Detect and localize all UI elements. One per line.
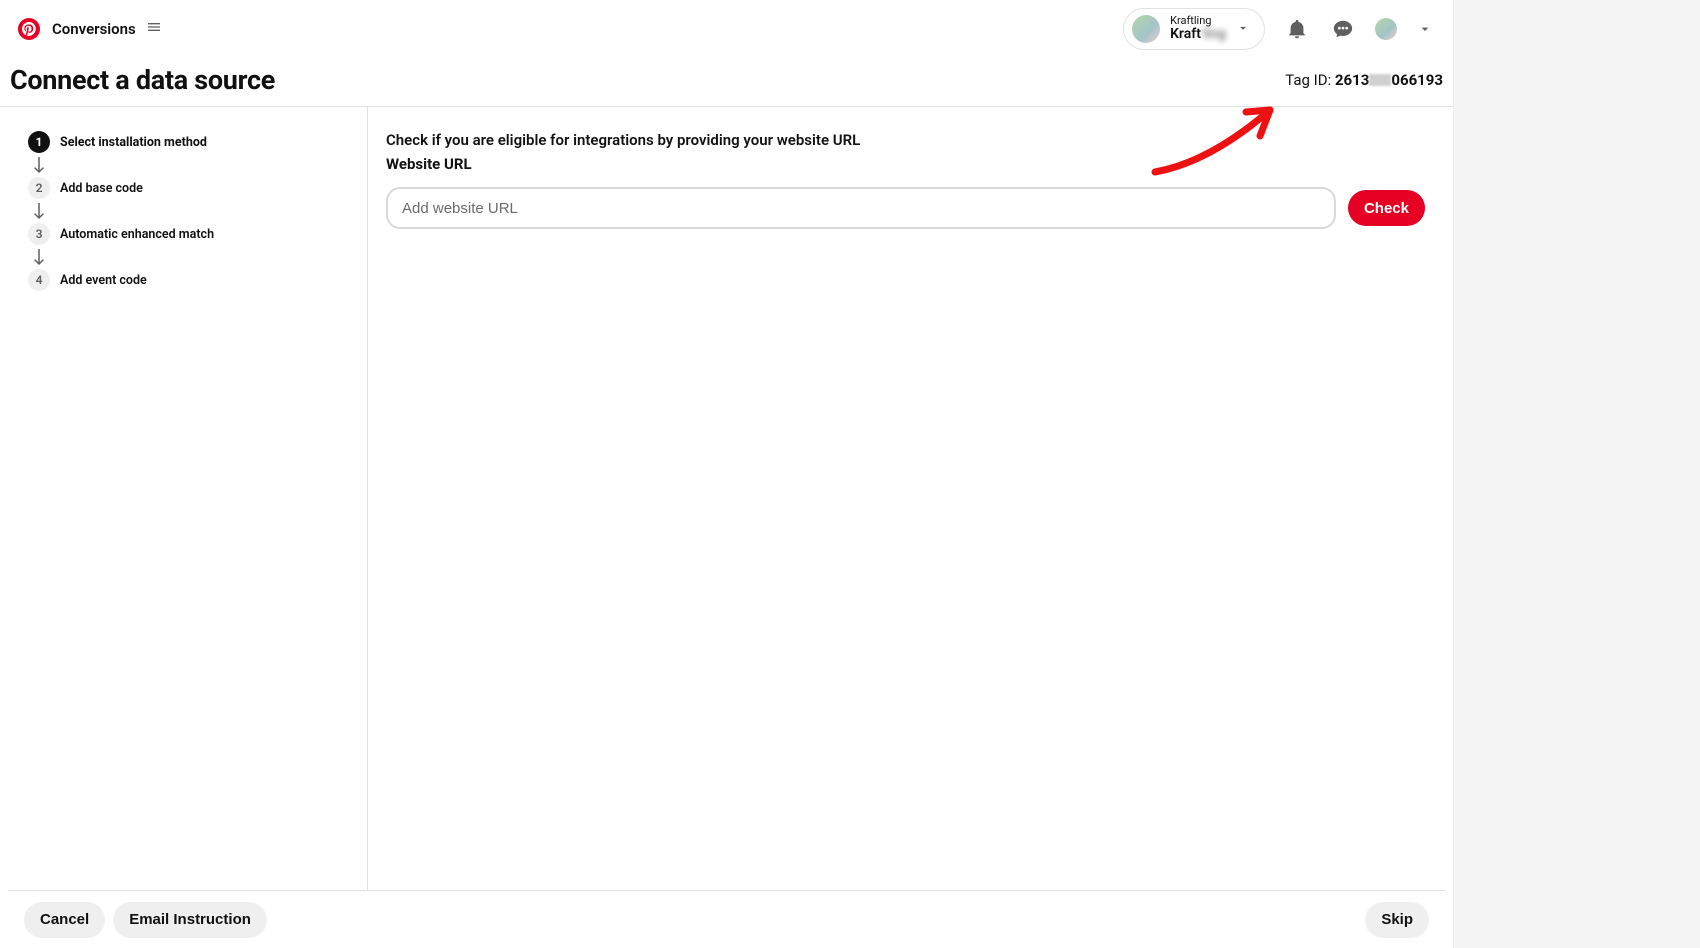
step-1[interactable]: 1 Select installation method (28, 131, 349, 153)
avatar-small[interactable] (1375, 18, 1397, 40)
pinterest-logo-icon[interactable] (18, 18, 40, 40)
account-name-prefix: Kraft (1170, 27, 1201, 42)
main-panel: Check if you are eligible for integratio… (368, 107, 1453, 890)
messages-icon[interactable] (1329, 15, 1357, 43)
step-label: Select installation method (60, 135, 207, 150)
account-name-blur: ling (1203, 27, 1226, 42)
step-3[interactable]: 3 Automatic enhanced match (28, 223, 349, 245)
step-number: 2 (28, 177, 50, 199)
url-input-row: Check (386, 187, 1425, 229)
step-number: 4 (28, 269, 50, 291)
topbar-left: Conversions (18, 18, 162, 40)
avatar (1132, 15, 1160, 43)
tag-id-label: Tag ID: (1285, 71, 1335, 89)
step-4[interactable]: 4 Add event code (28, 269, 349, 291)
viewport-overflow (1454, 0, 1700, 948)
cancel-button[interactable]: Cancel (24, 902, 105, 938)
step-number: 1 (28, 131, 50, 153)
arrow-down-icon (28, 203, 50, 221)
chevron-down-icon[interactable] (1415, 15, 1435, 43)
website-url-label: Website URL (386, 155, 1425, 173)
step-2[interactable]: 2 Add base code (28, 177, 349, 199)
instruction-text: Check if you are eligible for integratio… (386, 131, 1425, 149)
step-number: 3 (28, 223, 50, 245)
footer: Cancel Email Instruction Skip (8, 890, 1445, 948)
notifications-icon[interactable] (1283, 15, 1311, 43)
tag-id-suffix: 066193 (1391, 71, 1443, 89)
account-text: Kraftling Kraftling (1170, 15, 1226, 42)
topbar: Conversions Kraftling Kraftling (0, 0, 1453, 58)
arrow-down-icon (28, 249, 50, 267)
menu-icon[interactable] (146, 19, 162, 39)
website-url-input[interactable] (386, 187, 1336, 229)
tag-id-prefix: 2613 (1335, 71, 1369, 89)
tag-id: Tag ID: 2613 066193 (1285, 71, 1443, 89)
tag-id-redacted (1369, 74, 1391, 86)
step-label: Add base code (60, 181, 143, 196)
check-button[interactable]: Check (1348, 190, 1425, 226)
chevron-down-icon (1236, 20, 1250, 39)
account-switcher[interactable]: Kraftling Kraftling (1123, 8, 1265, 50)
skip-button[interactable]: Skip (1365, 902, 1429, 938)
email-instruction-button[interactable]: Email Instruction (113, 902, 267, 938)
step-label: Automatic enhanced match (60, 227, 214, 242)
step-label: Add event code (60, 273, 147, 288)
arrow-down-icon (28, 157, 50, 175)
section-label[interactable]: Conversions (52, 20, 136, 38)
topbar-right: Kraftling Kraftling (1123, 8, 1435, 50)
steps-sidebar: 1 Select installation method 2 Add base … (0, 107, 368, 890)
page-title: Connect a data source (10, 64, 275, 96)
title-row: Connect a data source Tag ID: 2613 066193 (0, 58, 1453, 107)
footer-left: Cancel Email Instruction (24, 902, 267, 938)
content: 1 Select installation method 2 Add base … (0, 107, 1453, 890)
